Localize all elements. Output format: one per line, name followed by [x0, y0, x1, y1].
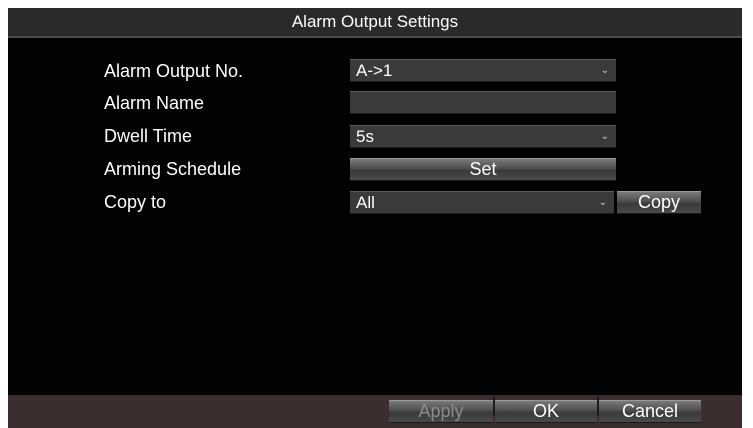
dwell-time-label: Dwell Time [104, 126, 193, 146]
apply-button[interactable]: Apply [389, 400, 493, 423]
copy-button[interactable]: Copy [617, 191, 701, 214]
alarm-output-no-label: Alarm Output No. [104, 61, 244, 81]
alarm-name-label: Alarm Name [104, 93, 205, 113]
copy-to-label: Copy to [104, 192, 167, 212]
chevron-down-icon: ⌄ [600, 131, 609, 142]
chevron-down-icon: ⌄ [600, 65, 609, 76]
alarm-output-settings-dialog: Alarm Output Settings Alarm Output No. A… [8, 8, 742, 428]
copy-to-select[interactable]: All ⌄ [350, 191, 614, 214]
copy-to-value: All [356, 193, 375, 212]
arming-schedule-set-button[interactable]: Set [350, 158, 616, 181]
alarm-output-no-select[interactable]: A->1 ⌄ [350, 59, 616, 82]
dialog-title: Alarm Output Settings [8, 8, 742, 38]
dwell-time-value: 5s [356, 127, 374, 146]
cancel-button[interactable]: Cancel [599, 400, 701, 423]
alarm-output-no-value: A->1 [356, 61, 393, 80]
arming-schedule-label: Arming Schedule [104, 159, 242, 179]
ok-button[interactable]: OK [495, 400, 597, 423]
alarm-name-input[interactable] [350, 91, 616, 114]
dwell-time-select[interactable]: 5s ⌄ [350, 125, 616, 148]
chevron-down-icon: ⌄ [598, 197, 607, 208]
